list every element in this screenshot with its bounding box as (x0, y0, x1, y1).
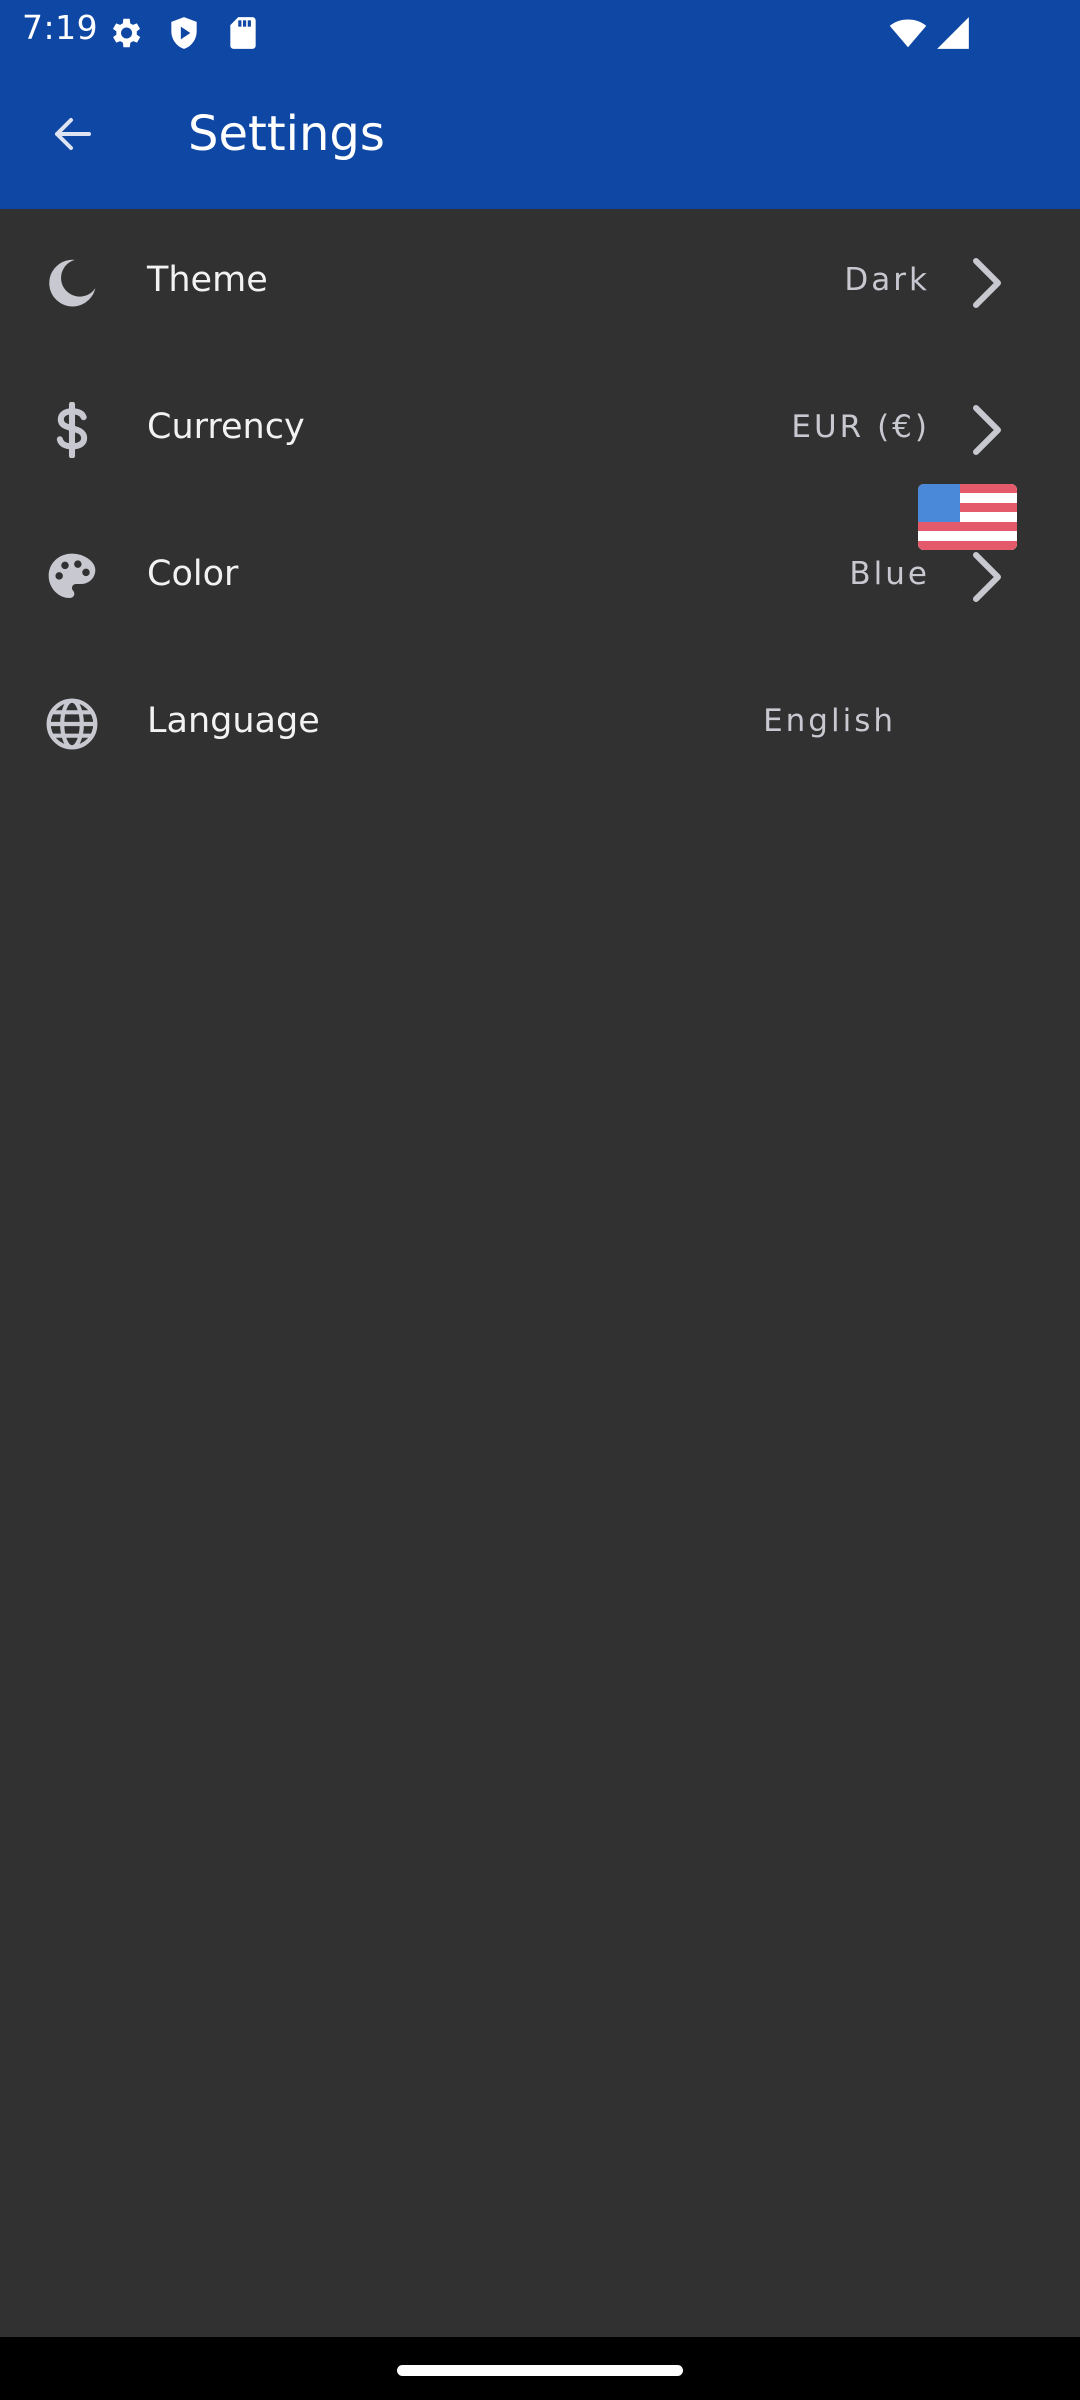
chevron-right-icon (962, 549, 1012, 605)
setting-value: Dark (844, 262, 930, 298)
arrow-left-icon (49, 110, 97, 162)
setting-value: EUR (€) (791, 409, 930, 445)
home-gesture-handle[interactable] (397, 2365, 683, 2376)
palette-icon (44, 549, 100, 605)
setting-row-currency[interactable]: Currency EUR (€) (0, 356, 1080, 503)
moon-icon (44, 255, 100, 311)
settings-gear-icon (106, 14, 144, 52)
chevron-right-icon (962, 402, 1012, 458)
page-title: Settings (188, 106, 385, 162)
globe-icon (44, 696, 100, 752)
dollar-icon (44, 401, 100, 459)
setting-row-language[interactable]: Language English (0, 650, 1080, 797)
sd-card-icon (224, 14, 262, 52)
setting-label: Language (147, 701, 320, 741)
setting-label: Color (147, 554, 239, 594)
setting-value: English (763, 703, 896, 739)
status-time: 7:19 (22, 8, 99, 47)
setting-label: Theme (147, 260, 268, 300)
shield-icon (165, 14, 203, 52)
setting-value: Blue (849, 556, 930, 592)
back-button[interactable] (28, 100, 118, 172)
status-bar: 7:19 (0, 0, 1080, 63)
us-flag-icon (918, 484, 1017, 550)
setting-label: Currency (147, 407, 305, 447)
signal-icon (934, 14, 972, 52)
system-navigation-bar (0, 2337, 1080, 2400)
app-header: 7:19 Settings (0, 0, 1080, 209)
setting-row-theme[interactable]: Theme Dark (0, 209, 1080, 356)
wifi-icon (888, 14, 927, 52)
chevron-right-icon (962, 255, 1012, 311)
